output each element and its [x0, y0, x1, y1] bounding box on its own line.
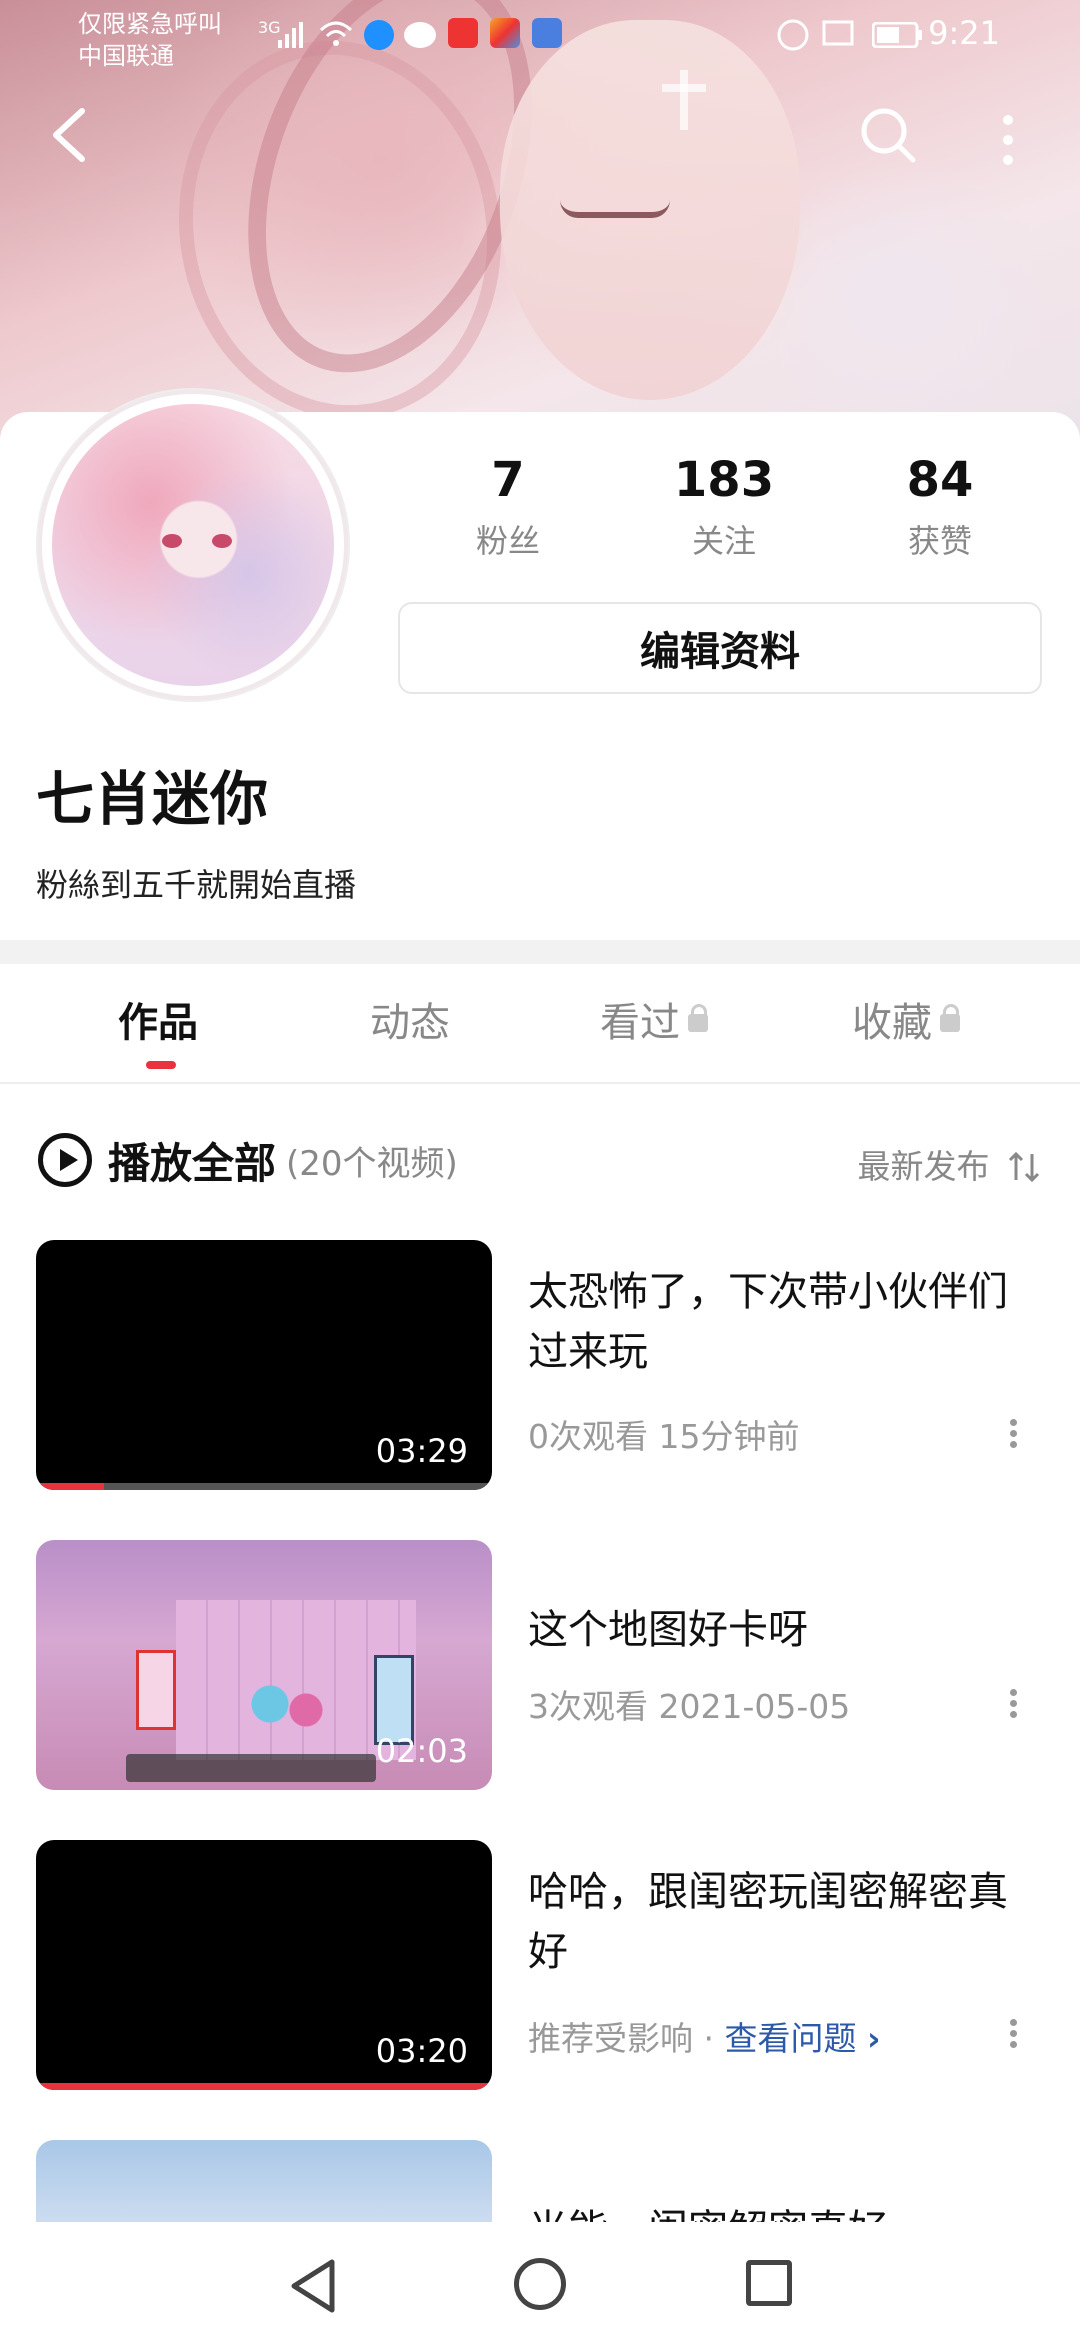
video-duration: 03:29 — [375, 1432, 468, 1470]
video-title: 光能，闺密解密真好 — [528, 2200, 1028, 2222]
watch-progress-fill — [36, 1483, 105, 1490]
stat-following[interactable]: 183 关注 — [616, 452, 832, 562]
video-more-icon[interactable] — [1008, 1686, 1018, 1726]
stat-label: 关注 — [691, 522, 756, 560]
nav-back-icon[interactable] — [288, 2258, 338, 2314]
play-circle-icon — [38, 1133, 92, 1187]
nav-home-icon[interactable] — [514, 2258, 566, 2310]
search-icon[interactable] — [858, 105, 918, 165]
app-notification-icon — [364, 20, 394, 50]
video-thumbnail[interactable]: 02:03 — [36, 1540, 492, 1790]
watch-progress-fill — [36, 2083, 492, 2090]
tab-works[interactable]: 作品 — [118, 990, 198, 1048]
system-nav-bar — [0, 2222, 1080, 2340]
reader-app-icon — [448, 18, 478, 48]
tab-favorites[interactable]: 收藏 — [852, 990, 960, 1048]
bio: 粉絲到五千就開始直播 — [36, 866, 357, 904]
nav-recents-icon[interactable] — [746, 2260, 792, 2306]
edit-profile-button[interactable]: 编辑资料 — [398, 602, 1042, 694]
store-app-icon — [490, 18, 520, 48]
stat-label: 粉丝 — [475, 522, 540, 560]
signal-icon — [278, 22, 303, 48]
carrier-info: 仅限紧急呼叫 中国联通 — [78, 8, 222, 72]
video-more-icon[interactable] — [1008, 2016, 1018, 2056]
active-tab-indicator — [146, 1061, 176, 1069]
video-meta: 3次观看 2021-05-05 — [528, 1687, 851, 1726]
notification-line-1: 仅限紧急呼叫 — [78, 10, 222, 38]
avatar[interactable] — [38, 390, 348, 700]
video-thumbnail[interactable]: 03:29 — [36, 1240, 492, 1490]
tab-activity[interactable]: 动态 — [370, 990, 450, 1048]
video-title: 这个地图好卡呀 — [528, 1607, 808, 1653]
video-duration: 03:20 — [375, 2032, 468, 2070]
video-more-icon[interactable] — [1008, 1416, 1018, 1456]
tab-label: 看过 — [600, 1000, 680, 1046]
stat-likes[interactable]: 84 获赞 — [832, 452, 1048, 562]
stat-label: 获赞 — [907, 522, 972, 560]
video-thumbnail[interactable]: 03:20 — [36, 1840, 492, 2090]
status-bar: 仅限紧急呼叫 中国联通 3G 9:21 — [0, 0, 1080, 70]
video-item[interactable]: 03:20 哈哈，跟闺密玩闺密解密真好 推荐受影响 · 查看问题 › — [36, 1840, 1046, 2090]
username: 七肖迷你 — [36, 765, 269, 833]
tab-label: 动态 — [370, 1000, 450, 1046]
cast-icon — [822, 20, 854, 46]
sort-icon — [1008, 1151, 1040, 1183]
video-item[interactable]: 光能，闺密解密真好 — [36, 2140, 1046, 2222]
section-divider — [0, 940, 1080, 964]
sync-icon — [777, 19, 809, 51]
wechat-icon — [404, 22, 436, 48]
stat-value: 183 — [673, 452, 775, 508]
video-duration: 02:03 — [375, 1732, 468, 1770]
recommendation-notice: 推荐受影响 · — [528, 2019, 725, 2058]
tab-label: 收藏 — [852, 1000, 932, 1046]
sort-label: 最新发布 — [857, 1147, 990, 1186]
profile-stats: 7 粉丝 183 关注 84 获赞 — [430, 452, 1070, 562]
clock: 9:21 — [928, 14, 1000, 52]
back-icon[interactable] — [44, 105, 94, 165]
wifi-icon — [319, 21, 353, 46]
video-thumbnail[interactable] — [36, 2140, 492, 2222]
video-count: (20个视频) — [286, 1143, 458, 1184]
video-item[interactable]: 02:03 这个地图好卡呀 3次观看 2021-05-05 — [36, 1540, 1046, 1790]
battery-icon — [872, 22, 922, 48]
video-meta: 推荐受影响 · 查看问题 › — [528, 2012, 881, 2060]
tab-history[interactable]: 看过 — [600, 990, 708, 1048]
notification-line-2: 中国联通 — [78, 42, 174, 70]
video-meta: 0次观看 15分钟前 — [528, 1417, 800, 1456]
play-all-button[interactable]: 播放全部 (20个视频) — [38, 1130, 458, 1190]
sort-button[interactable]: 最新发布 — [858, 1140, 1043, 1188]
stat-value: 84 — [906, 452, 974, 508]
stat-value: 7 — [491, 452, 525, 508]
video-title: 太恐怖了，下次带小伙伴们过来玩 — [528, 1269, 1008, 1375]
lock-icon — [940, 1004, 960, 1032]
stat-followers[interactable]: 7 粉丝 — [400, 452, 616, 562]
play-all-label: 播放全部 — [108, 1138, 277, 1188]
music-app-icon — [532, 18, 562, 48]
lock-icon — [688, 1004, 708, 1032]
video-title: 哈哈，跟闺密玩闺密解密真好 — [528, 1869, 1008, 1975]
watch-progress-track — [36, 1483, 492, 1490]
tab-label: 作品 — [118, 1000, 198, 1046]
more-vertical-icon[interactable] — [996, 110, 1020, 170]
view-issue-link[interactable]: 查看问题 › — [724, 2019, 880, 2058]
video-item[interactable]: 03:29 太恐怖了，下次带小伙伴们过来玩 0次观看 15分钟前 — [36, 1240, 1046, 1490]
